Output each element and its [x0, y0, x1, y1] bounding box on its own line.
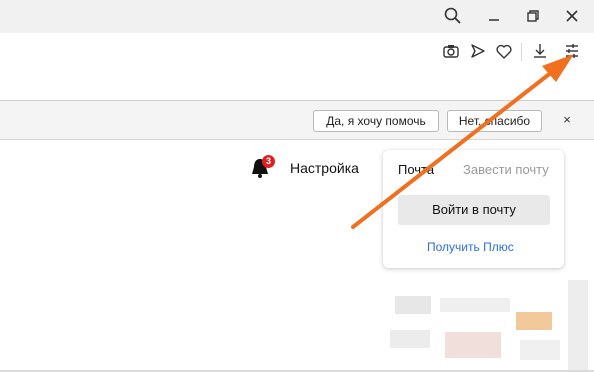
- blurred-block: [390, 330, 430, 348]
- search-icon[interactable]: [440, 4, 466, 28]
- blurred-block: [568, 280, 588, 370]
- blurred-block: [395, 296, 431, 314]
- menu-settings-icon[interactable]: [561, 40, 583, 62]
- blurred-block: [520, 340, 560, 360]
- send-icon[interactable]: [467, 40, 489, 62]
- toolbar-separator: [521, 43, 522, 61]
- infobar-close-button[interactable]: ×: [558, 110, 576, 130]
- close-icon[interactable]: [559, 4, 585, 28]
- settings-link[interactable]: Настройка: [290, 160, 359, 176]
- tab-mail[interactable]: Почта: [398, 162, 434, 177]
- yes-help-button[interactable]: Да, я хочу помочь: [313, 110, 439, 132]
- get-plus-link[interactable]: Получить Плюс: [427, 240, 514, 254]
- heart-icon[interactable]: [493, 40, 515, 62]
- blurred-block: [445, 332, 501, 358]
- notification-badge: 3: [262, 155, 275, 168]
- download-icon[interactable]: [529, 40, 551, 62]
- minimize-icon[interactable]: [481, 4, 507, 28]
- no-thanks-button[interactable]: Нет, спасибо: [447, 110, 542, 132]
- restore-icon[interactable]: [520, 4, 546, 28]
- login-mail-button[interactable]: Войти в почту: [398, 195, 550, 225]
- blurred-block: [516, 312, 552, 330]
- tab-create-mail[interactable]: Завести почту: [463, 162, 549, 177]
- camera-icon[interactable]: [440, 40, 462, 62]
- blurred-block: [440, 298, 510, 312]
